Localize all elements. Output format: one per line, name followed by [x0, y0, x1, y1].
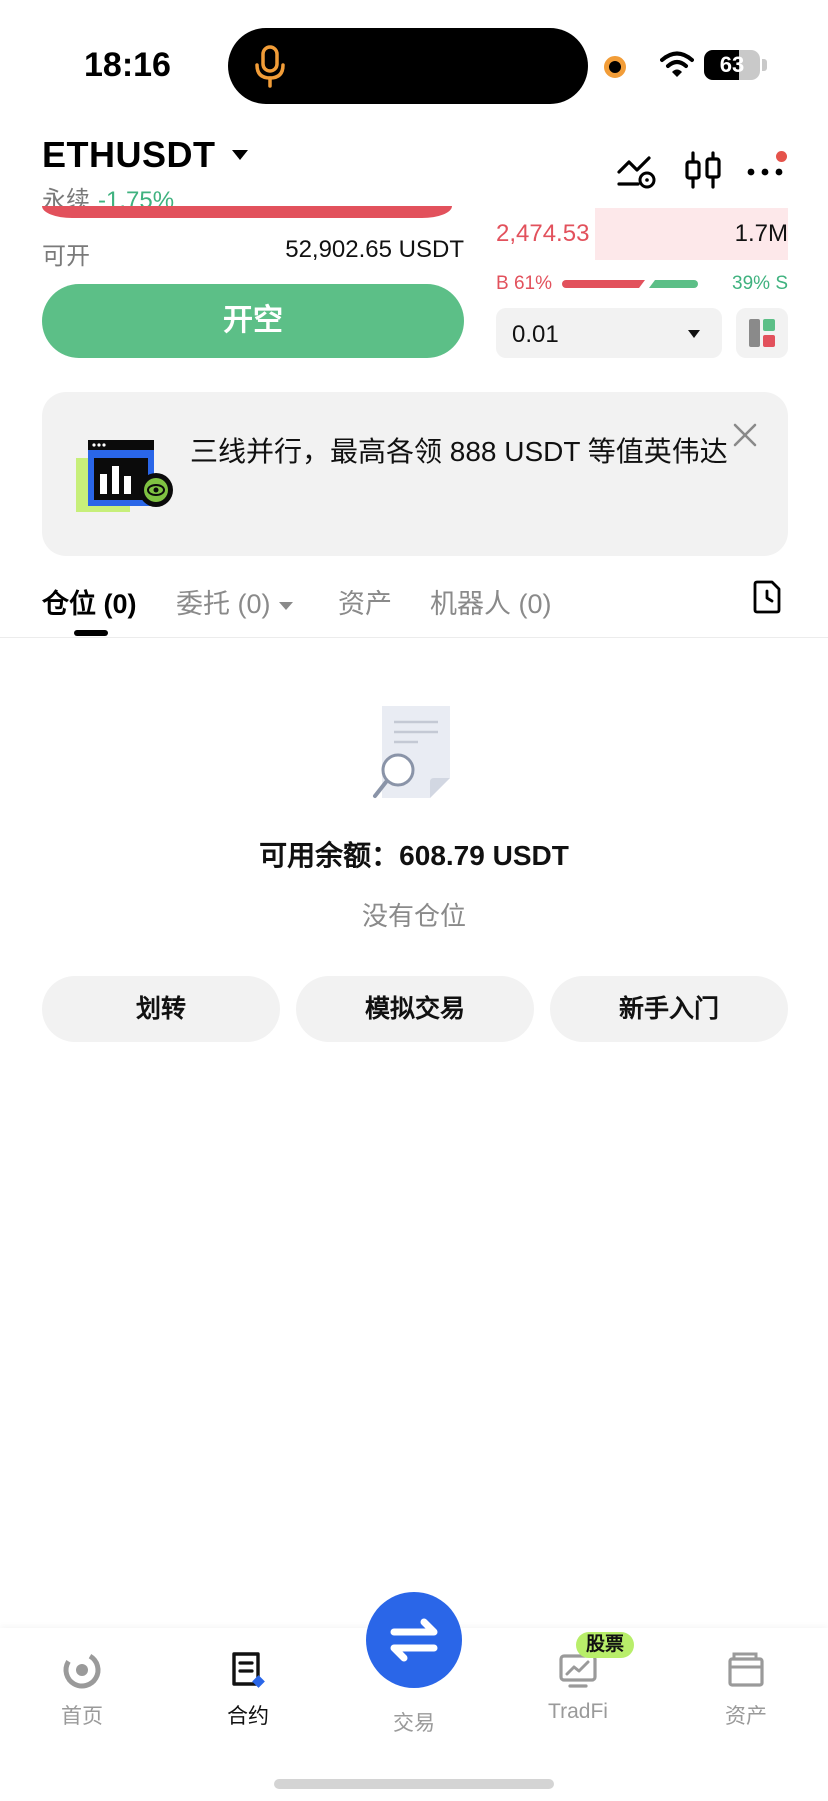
history-icon[interactable] — [752, 580, 782, 614]
home-icon — [63, 1651, 101, 1689]
promo-text: 三线并行，最高各领 888 USDT 等值英伟达 — [190, 436, 728, 467]
contract-icon — [232, 1652, 265, 1688]
quantity-value: 0.01 — [512, 321, 559, 348]
battery-level: 63 — [719, 52, 745, 77]
nav-assets[interactable]: 资产 — [686, 1650, 806, 1730]
transfer-button[interactable]: 划转 — [42, 976, 280, 1042]
empty-document-search-icon — [373, 706, 450, 798]
demo-trading-button[interactable]: 模拟交易 — [296, 976, 534, 1042]
microphone-icon — [255, 45, 285, 88]
candlestick-chart-icon[interactable] — [682, 150, 724, 190]
nav-contract[interactable]: 合约 — [188, 1650, 308, 1730]
orderbook-layout-icon — [749, 319, 775, 347]
wallet-icon — [728, 1652, 764, 1687]
buy-ratio-label: B 61% — [496, 273, 552, 294]
promo-chart-illustration-icon — [76, 440, 173, 512]
battery-cap — [762, 59, 767, 71]
tab-bots[interactable]: 机器人 (0) — [430, 582, 552, 621]
available-value: 52,902.65 USDT — [285, 236, 464, 263]
notification-dot — [776, 151, 787, 162]
wifi-icon — [660, 51, 694, 77]
camera-indicator-icon — [604, 56, 626, 78]
ask-price: 2,474.53 — [496, 220, 590, 247]
nav-assets-label: 资产 — [725, 1705, 767, 1728]
buy-ratio-bar — [562, 280, 645, 288]
open-short-button[interactable]: 开空 — [42, 284, 464, 358]
trade-fab-button[interactable] — [366, 1592, 462, 1688]
buy-sell-ratio: B 61% 39% S — [496, 272, 788, 296]
home-indicator — [274, 1779, 554, 1789]
battery-icon: 63 — [704, 50, 760, 80]
caret-down-icon — [278, 601, 293, 610]
tab-assets[interactable]: 资产 — [338, 582, 392, 621]
pair-title: ETHUSDT — [42, 134, 216, 175]
beginner-guide-button[interactable]: 新手入门 — [550, 976, 788, 1042]
price-alert-icon[interactable] — [616, 150, 658, 190]
nav-trade-label: 交易 — [393, 1712, 435, 1735]
swap-icon — [390, 1618, 438, 1662]
status-bar: 18:16 63 — [0, 0, 828, 120]
caret-down-icon — [231, 150, 248, 160]
sell-ratio-bar — [649, 280, 698, 288]
nav-tradfi-label: TradFi — [548, 1700, 608, 1723]
active-tab-indicator — [74, 630, 108, 636]
nav-home-label: 首页 — [61, 1705, 103, 1728]
sell-ratio-label: 39% S — [732, 273, 788, 294]
orderbook-ask-row[interactable]: 2,474.53 1.7M — [496, 208, 788, 260]
nav-tradfi[interactable]: TradFi — [518, 1650, 638, 1724]
available-balance: 可用余额：608.79 USDT — [259, 840, 569, 871]
tab-orders-label: 委托 (0) — [176, 589, 271, 619]
position-tabs: 仓位 (0) 委托 (0) 资产 机器人 (0) — [0, 574, 828, 638]
dynamic-island — [228, 28, 588, 104]
promo-banner[interactable]: 三线并行，最高各领 888 USDT 等值英伟达 — [42, 392, 788, 556]
stock-badge: 股票 — [576, 1632, 635, 1658]
ask-size: 1.7M — [734, 220, 788, 247]
caret-down-icon — [688, 330, 700, 338]
available-label: 可开 — [42, 243, 90, 270]
sell-edge-strip — [42, 206, 452, 218]
status-time: 18:16 — [84, 46, 171, 84]
quantity-select[interactable]: 0.01 — [496, 308, 722, 358]
tab-orders[interactable]: 委托 (0) — [176, 582, 293, 621]
nav-contract-label: 合约 — [227, 1705, 269, 1728]
nav-home[interactable]: 首页 — [22, 1650, 142, 1730]
empty-message: 没有仓位 — [361, 901, 466, 931]
pair-selector[interactable]: ETHUSDT — [42, 134, 248, 176]
tab-positions[interactable]: 仓位 (0) — [42, 582, 137, 621]
close-icon[interactable] — [732, 422, 758, 448]
orderbook-layout-button[interactable] — [736, 308, 788, 358]
